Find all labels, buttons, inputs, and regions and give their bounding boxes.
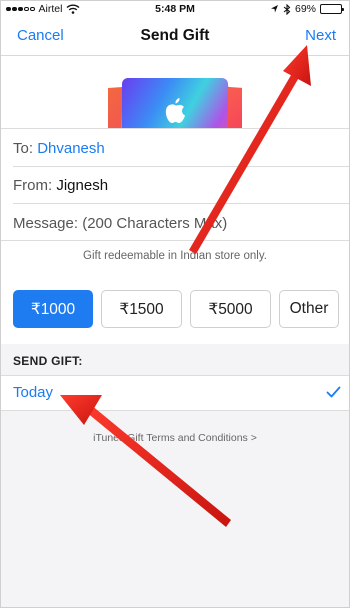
gift-terms-link[interactable]: iTunes Gift Terms and Conditions > — [0, 432, 350, 444]
amount-button-1000[interactable]: ₹1000 — [13, 290, 93, 328]
status-bar: Airtel 5:48 PM 69% — [0, 0, 350, 18]
recipient-name: Dhvanesh — [37, 140, 105, 157]
today-label: Today — [13, 384, 54, 401]
gift-card-image — [108, 76, 242, 128]
bluetooth-icon — [283, 3, 291, 15]
battery-percent: 69% — [294, 3, 316, 15]
status-right: 69% — [270, 3, 344, 15]
redeem-note: Gift redeemable in Indian store only. — [83, 250, 267, 262]
to-field[interactable]: To: Dhvanesh — [13, 140, 105, 157]
divider — [13, 203, 350, 204]
location-icon — [270, 5, 278, 13]
amount-button-1500[interactable]: ₹1500 — [101, 290, 182, 328]
amount-button-other[interactable]: Other — [279, 290, 339, 328]
sender-name: Jignesh — [56, 177, 109, 194]
battery-icon — [320, 4, 344, 14]
divider — [0, 240, 350, 241]
divider — [13, 166, 350, 167]
from-field[interactable]: From: Jignesh — [13, 177, 108, 194]
message-field[interactable]: Message: (200 Characters Max) — [13, 215, 227, 232]
checkmark-icon — [326, 386, 341, 398]
from-label: From: — [13, 177, 53, 194]
amount-button-5000[interactable]: ₹5000 — [190, 290, 271, 328]
page-title: Send Gift — [140, 27, 210, 44]
send-gift-header: SEND GIFT: — [13, 354, 83, 368]
apple-logo-icon — [165, 98, 185, 123]
to-label: To: — [13, 140, 34, 157]
navigation-bar: Cancel Send Gift Next — [0, 18, 350, 56]
divider — [0, 128, 350, 129]
send-today-option[interactable]: Today — [0, 375, 350, 411]
next-button[interactable]: Next — [305, 27, 336, 44]
